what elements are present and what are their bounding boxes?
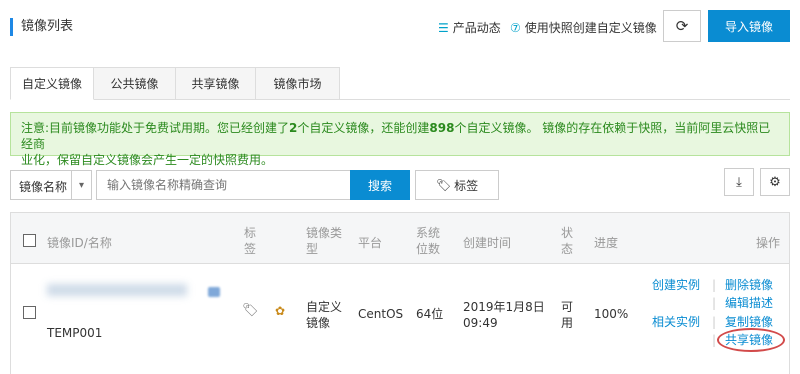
col-tag-2: 签 (244, 242, 257, 256)
image-progress: 100% (594, 307, 629, 321)
search-input[interactable] (96, 170, 352, 200)
col-platform: 平台 (358, 236, 383, 250)
share-highlight-circle (717, 328, 785, 352)
notice-remaining-count: 898 (429, 121, 455, 135)
page-title: 镜像列表 (10, 18, 73, 36)
image-type-1: 自定义 (306, 300, 343, 314)
delete-image-link[interactable]: 删除镜像 (725, 277, 773, 293)
help-link[interactable]: ⑦ 使用快照创建自定义镜像 (510, 20, 657, 36)
col-type-1: 镜像类 (306, 226, 343, 240)
image-type-2: 镜像 (306, 316, 331, 330)
col-bits-2: 位数 (416, 242, 441, 256)
tab-custom-image[interactable]: 自定义镜像 (10, 67, 94, 100)
image-status-1: 可 (561, 300, 574, 314)
chevron-down-icon: ▾ (71, 171, 91, 199)
col-progress: 进度 (594, 236, 619, 250)
help-link-label: 使用快照创建自定义镜像 (524, 21, 657, 35)
image-table: 镜像ID/名称 标 签 镜像类 型 平台 系统 位数 创建时间 状 态 进度 操… (10, 212, 790, 374)
notice-text-4: 业化，保留自定义镜像会产生一定的快照费用。 (21, 153, 274, 167)
tag-button-label: 标签 (454, 178, 479, 193)
search-field-select[interactable]: 镜像名称 ▾ (10, 170, 92, 200)
export-icon: ⤓ (736, 174, 742, 190)
col-status-2: 态 (561, 242, 574, 256)
list-icon: ☰ (438, 21, 449, 35)
create-instance-link[interactable]: 创建实例 (652, 277, 700, 293)
help-circle-icon: ⑦ (510, 21, 521, 35)
export-button[interactable]: ⤓ (724, 168, 754, 196)
search-field-label: 镜像名称 (19, 180, 68, 194)
col-tag-1: 标 (244, 226, 257, 240)
image-platform: CentOS (358, 307, 404, 321)
product-news-label: 产品动态 (452, 21, 501, 35)
image-id-redacted (47, 284, 187, 296)
tab-image-market[interactable]: 镜像市场 (256, 67, 340, 100)
image-created-date: 2019年1月8日 (463, 300, 545, 314)
edit-name-icon[interactable] (208, 287, 220, 297)
product-news-link[interactable]: ☰ 产品动态 (438, 20, 501, 36)
action-separator: | (712, 315, 717, 329)
col-bits-1: 系统 (416, 226, 441, 240)
tab-public-image[interactable]: 公共镜像 (94, 67, 176, 100)
action-separator: | (712, 278, 717, 292)
tag-icon[interactable]: 🏷 (242, 303, 259, 319)
image-tabs: 自定义镜像 公共镜像 共享镜像 镜像市场 (10, 67, 790, 100)
action-separator: | (712, 333, 717, 347)
image-created-time: 09:49 (463, 316, 498, 330)
app-logo-icon: ✿ (275, 304, 286, 318)
tag-filter-button[interactable]: 🏷 标签 (415, 170, 499, 200)
import-image-button[interactable]: 导入镜像 (708, 10, 790, 42)
select-all-checkbox[interactable] (23, 234, 36, 247)
notice-text-1: 注意:目前镜像功能处于免费试用期。您已经创建了 (21, 121, 290, 135)
row-checkbox[interactable] (23, 306, 36, 319)
col-status-1: 状 (561, 226, 574, 240)
page-header: 镜像列表 ☰ 产品动态 ⑦ 使用快照创建自定义镜像 ⟳ 导入镜像 (0, 0, 800, 56)
search-button[interactable]: 搜索 (350, 170, 410, 200)
settings-button[interactable]: ⚙ (760, 168, 790, 196)
image-name: TEMP001 (47, 326, 103, 340)
notice-text-2: 个自定义镜像，还能创建 (297, 121, 430, 135)
refresh-icon: ⟳ (675, 17, 689, 35)
col-id-name: 镜像ID/名称 (47, 236, 112, 250)
col-created: 创建时间 (463, 236, 512, 250)
image-bits: 64位 (416, 307, 444, 321)
related-instance-link[interactable]: 相关实例 (652, 314, 700, 330)
image-status-2: 用 (561, 316, 574, 330)
col-actions: 操作 (756, 236, 781, 250)
edit-description-link[interactable]: 编辑描述 (725, 295, 773, 311)
gear-icon: ⚙ (769, 174, 781, 190)
refresh-button[interactable]: ⟳ (663, 10, 701, 42)
notice-banner: 注意:目前镜像功能处于免费试用期。您已经创建了2个自定义镜像，还能创建898个自… (10, 112, 790, 167)
tab-shared-image[interactable]: 共享镜像 (176, 67, 256, 100)
tag-icon: 🏷 (435, 178, 452, 192)
table-header: 镜像ID/名称 标 签 镜像类 型 平台 系统 位数 创建时间 状 态 进度 操… (11, 213, 789, 264)
col-type-2: 型 (306, 242, 319, 256)
action-separator: | (712, 296, 717, 310)
